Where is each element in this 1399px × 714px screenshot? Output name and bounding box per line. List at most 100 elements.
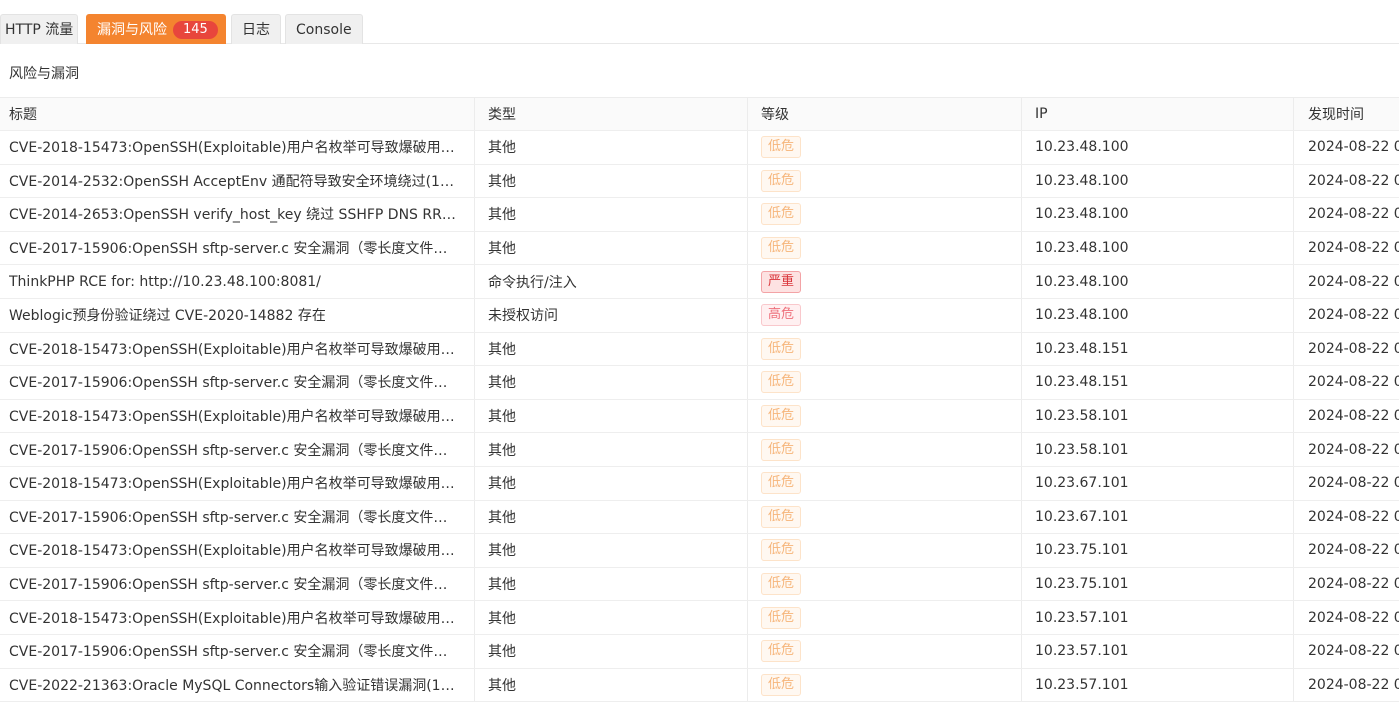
cell-level: 严重 xyxy=(761,265,1011,298)
cell-level: 低危 xyxy=(761,635,1011,668)
cell-level: 低危 xyxy=(761,467,1011,500)
column-divider xyxy=(747,500,748,534)
tab-bar: HTTP 流量 漏洞与风险 145 日志 Console xyxy=(0,0,1399,44)
table-row[interactable]: CVE-2017-15906:OpenSSH sftp-server.c 安全漏… xyxy=(0,231,1399,266)
table-row[interactable]: CVE-2018-15473:OpenSSH(Exploitable)用户名枚举… xyxy=(0,601,1399,635)
column-divider xyxy=(474,98,475,130)
column-divider xyxy=(474,601,475,634)
column-header-type[interactable]: 类型 xyxy=(488,98,738,130)
title-text[interactable]: CVE-2014-2653:OpenSSH verify_host_key 绕过… xyxy=(9,204,459,224)
column-divider xyxy=(1021,366,1022,399)
title-text[interactable]: CVE-2018-15473:OpenSSH(Exploitable)用户名枚举… xyxy=(9,406,459,426)
cell-ip: 10.23.57.101 xyxy=(1035,643,1129,660)
table-row[interactable]: CVE-2014-2532:OpenSSH AcceptEnv 通配符导致安全环… xyxy=(0,164,1399,199)
column-divider xyxy=(1021,198,1022,231)
title-text[interactable]: CVE-2017-15906:OpenSSH sftp-server.c 安全漏… xyxy=(9,574,459,594)
table-row[interactable]: CVE-2022-21363:Oracle MySQL Connectors输入… xyxy=(0,668,1399,703)
table-row[interactable]: CVE-2017-15906:OpenSSH sftp-server.c 安全漏… xyxy=(0,500,1399,535)
column-divider xyxy=(1293,98,1294,130)
column-divider xyxy=(1021,131,1022,164)
column-divider xyxy=(747,164,748,198)
cell-level: 低危 xyxy=(761,669,1011,702)
cell-type: 其他 xyxy=(488,207,516,224)
table-header: 标题 类型 等级 IP 发现时间 xyxy=(0,97,1399,131)
column-divider xyxy=(747,433,748,466)
title-text[interactable]: CVE-2018-15473:OpenSSH(Exploitable)用户名枚举… xyxy=(9,137,459,157)
title-text[interactable]: CVE-2018-15473:OpenSSH(Exploitable)用户名枚举… xyxy=(9,473,459,493)
column-header-title[interactable]: 标题 xyxy=(9,98,464,130)
table-row[interactable]: Weblogic预身份验证绕过 CVE-2020-14882 存在 未授权访问 高危… xyxy=(0,298,1399,333)
column-divider xyxy=(1293,265,1294,298)
table-row[interactable]: CVE-2018-15473:OpenSSH(Exploitable)用户名枚举… xyxy=(0,332,1399,367)
title-text[interactable]: CVE-2017-15906:OpenSSH sftp-server.c 安全漏… xyxy=(9,507,459,527)
cell-level: 高危 xyxy=(761,299,1011,332)
column-divider xyxy=(1293,668,1294,702)
cell-time: 2024-08-22 00 xyxy=(1308,643,1399,660)
table-row[interactable]: CVE-2017-15906:OpenSSH sftp-server.c 安全漏… xyxy=(0,433,1399,467)
tab-console[interactable]: Console xyxy=(285,14,363,44)
table-row[interactable]: CVE-2017-15906:OpenSSH sftp-server.c 安全漏… xyxy=(0,567,1399,602)
cell-time: 2024-08-22 00 xyxy=(1308,172,1399,189)
column-divider xyxy=(747,466,748,500)
column-divider xyxy=(474,534,475,567)
column-divider xyxy=(1293,399,1294,433)
cell-ip: 10.23.48.100 xyxy=(1035,240,1129,257)
table-row[interactable]: CVE-2014-2653:OpenSSH verify_host_key 绕过… xyxy=(0,198,1399,232)
title-text[interactable]: CVE-2017-15906:OpenSSH sftp-server.c 安全漏… xyxy=(9,372,459,392)
column-header-time[interactable]: 发现时间 xyxy=(1308,98,1399,130)
column-divider xyxy=(474,366,475,399)
column-divider xyxy=(1293,332,1294,366)
cell-title: CVE-2017-15906:OpenSSH sftp-server.c 安全漏… xyxy=(9,433,464,466)
severity-badge: 低危 xyxy=(761,472,802,495)
cell-title: CVE-2017-15906:OpenSSH sftp-server.c 安全漏… xyxy=(9,366,464,399)
cell-title: CVE-2018-15473:OpenSSH(Exploitable)用户名枚举… xyxy=(9,467,464,500)
title-text[interactable]: CVE-2018-15473:OpenSSH(Exploitable)用户名枚举… xyxy=(9,608,459,628)
title-text[interactable]: CVE-2014-2532:OpenSSH AcceptEnv 通配符导致安全环… xyxy=(9,171,459,191)
title-text[interactable]: CVE-2022-21363:Oracle MySQL Connectors输入… xyxy=(9,675,459,695)
title-text[interactable]: Weblogic预身份验证绕过 CVE-2020-14882 存在 xyxy=(9,305,326,325)
cell-type: 其他 xyxy=(488,341,516,358)
cell-type: 其他 xyxy=(488,375,516,392)
title-text[interactable]: CVE-2018-15473:OpenSSH(Exploitable)用户名枚举… xyxy=(9,339,459,359)
table-row[interactable]: CVE-2018-15473:OpenSSH(Exploitable)用户名枚举… xyxy=(0,399,1399,434)
tab-vulnerabilities-risks[interactable]: 漏洞与风险 145 xyxy=(86,14,226,44)
cell-time: 2024-08-22 00 xyxy=(1308,307,1399,324)
cell-title: CVE-2018-15473:OpenSSH(Exploitable)用户名枚举… xyxy=(9,131,464,164)
cell-type: 其他 xyxy=(488,644,516,661)
vulnerability-table: 标题 类型 等级 IP 发现时间 CVE-2018-15473:OpenSSH(… xyxy=(0,97,1399,703)
cell-level: 低危 xyxy=(761,568,1011,601)
column-divider xyxy=(747,634,748,668)
column-header-ip[interactable]: IP xyxy=(1035,98,1285,130)
title-text[interactable]: CVE-2017-15906:OpenSSH sftp-server.c 安全漏… xyxy=(9,440,459,460)
table-row[interactable]: CVE-2018-15473:OpenSSH(Exploitable)用户名枚举… xyxy=(0,534,1399,568)
column-divider xyxy=(474,131,475,164)
title-text[interactable]: CVE-2017-15906:OpenSSH sftp-server.c 安全漏… xyxy=(9,641,459,661)
table-row[interactable]: CVE-2017-15906:OpenSSH sftp-server.c 安全漏… xyxy=(0,366,1399,400)
table-row[interactable]: CVE-2018-15473:OpenSSH(Exploitable)用户名枚举… xyxy=(0,131,1399,165)
table-row[interactable]: CVE-2018-15473:OpenSSH(Exploitable)用户名枚举… xyxy=(0,466,1399,501)
tab-http-traffic[interactable]: HTTP 流量 xyxy=(0,14,79,44)
title-text[interactable]: ThinkPHP RCE for: http://10.23.48.100:80… xyxy=(9,274,321,290)
cell-time: 2024-08-22 00 xyxy=(1308,441,1399,458)
severity-badge: 低危 xyxy=(761,203,802,226)
tab-label: 漏洞与风险 xyxy=(97,22,167,38)
tab-logs[interactable]: 日志 xyxy=(231,14,281,44)
cell-type: 未授权访问 xyxy=(488,308,558,325)
table-row[interactable]: ThinkPHP RCE for: http://10.23.48.100:80… xyxy=(0,265,1399,299)
table-row[interactable]: CVE-2017-15906:OpenSSH sftp-server.c 安全漏… xyxy=(0,634,1399,669)
column-divider xyxy=(747,366,748,399)
title-text[interactable]: CVE-2017-15906:OpenSSH sftp-server.c 安全漏… xyxy=(9,238,459,258)
column-divider xyxy=(747,601,748,634)
cell-level: 低危 xyxy=(761,131,1011,164)
cell-title: CVE-2018-15473:OpenSSH(Exploitable)用户名枚举… xyxy=(9,333,464,366)
title-text[interactable]: CVE-2018-15473:OpenSSH(Exploitable)用户名枚举… xyxy=(9,540,459,560)
severity-badge: 低危 xyxy=(761,673,802,696)
severity-badge: 低危 xyxy=(761,640,802,663)
severity-badge: 低危 xyxy=(761,606,802,629)
cell-title: CVE-2018-15473:OpenSSH(Exploitable)用户名枚举… xyxy=(9,400,464,433)
count-badge: 145 xyxy=(173,21,218,39)
column-header-level[interactable]: 等级 xyxy=(761,98,1011,130)
severity-badge: 低危 xyxy=(761,371,802,394)
cell-level: 低危 xyxy=(761,333,1011,366)
column-divider xyxy=(1293,634,1294,668)
